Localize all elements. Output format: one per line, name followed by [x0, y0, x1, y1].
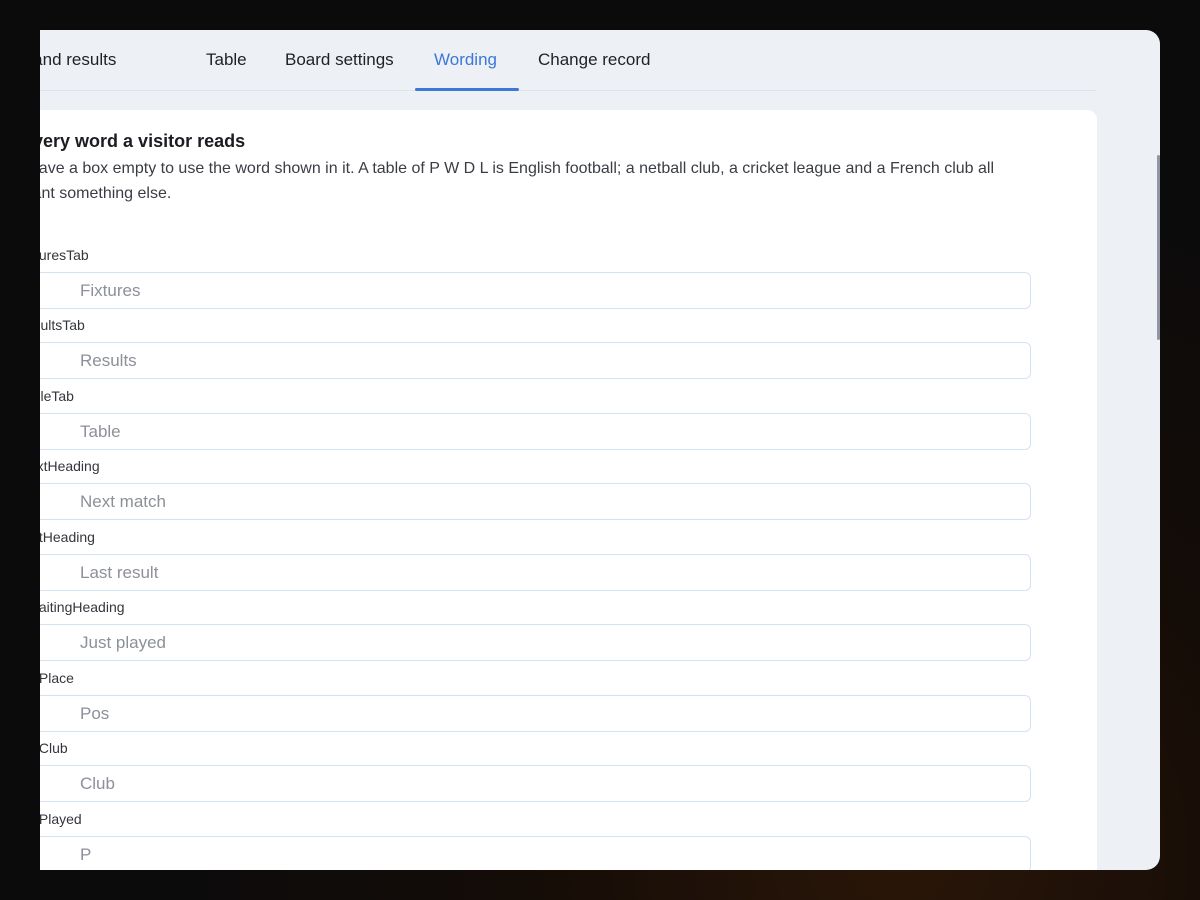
tab-bar: Fixtures and results Table Board setting…: [40, 30, 1096, 91]
app-window: Fixtures and results Table Board setting…: [40, 30, 1160, 870]
col-club-input[interactable]: [40, 765, 1031, 802]
field-label-table-tab: tableTab: [40, 388, 74, 404]
field-label-col-place: colPlace: [40, 670, 74, 686]
field-label-fixtures-tab: fixturesTab: [40, 247, 89, 263]
tab-board-settings[interactable]: Board settings: [285, 30, 394, 90]
field-label-awaiting-heading: awaitingHeading: [40, 599, 125, 615]
active-tab-indicator: [415, 88, 519, 91]
tab-change-record[interactable]: Change record: [538, 30, 650, 90]
field-label-last-heading: lastHeading: [40, 529, 95, 545]
results-tab-input[interactable]: [40, 342, 1031, 379]
tab-fixtures-and-results[interactable]: Fixtures and results: [40, 30, 116, 90]
field-label-next-heading: nextHeading: [40, 458, 100, 474]
tab-table[interactable]: Table: [206, 30, 247, 90]
tab-wording[interactable]: Wording: [434, 30, 497, 90]
fixtures-tab-input[interactable]: [40, 272, 1031, 309]
table-tab-input[interactable]: [40, 413, 1031, 450]
next-heading-input[interactable]: [40, 483, 1031, 520]
field-label-col-played: colPlayed: [40, 811, 82, 827]
section-description: Leave a box empty to use the word shown …: [40, 160, 994, 202]
wording-card: Every word a visitor reads Leave a box e…: [40, 110, 1097, 870]
col-played-input[interactable]: [40, 836, 1031, 870]
awaiting-heading-input[interactable]: [40, 624, 1031, 661]
col-place-input[interactable]: [40, 695, 1031, 732]
last-heading-input[interactable]: [40, 554, 1031, 591]
scrollbar-thumb[interactable]: [1157, 155, 1160, 340]
section-title: Every word a visitor reads: [40, 131, 246, 151]
field-label-col-club: colClub: [40, 740, 68, 756]
field-label-results-tab: resultsTab: [40, 317, 85, 333]
